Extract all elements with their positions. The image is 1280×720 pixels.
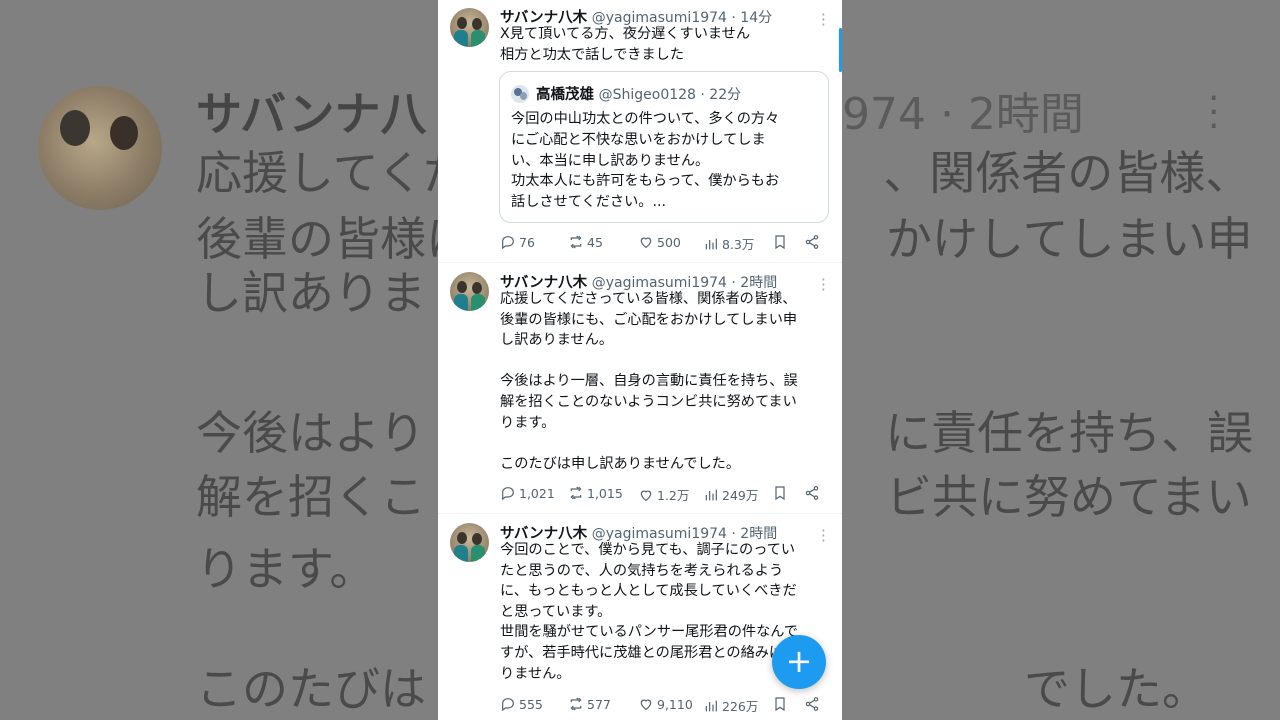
background-name: サバンナ八 bbox=[196, 87, 427, 141]
retweet-button[interactable]: 45 bbox=[568, 234, 603, 250]
retweet-icon bbox=[570, 486, 582, 500]
reply-icon bbox=[502, 236, 514, 250]
tweet-text: X見て頂いてる方、夜分遅くすいません 相方と功太で話しできました bbox=[500, 26, 751, 63]
share-icon bbox=[805, 235, 819, 249]
share-icon bbox=[805, 486, 819, 500]
background-text-line: し訳ありま bbox=[196, 266, 426, 320]
background-text-line: ります。 bbox=[196, 542, 376, 596]
like-count: 1.2万 bbox=[657, 488, 690, 503]
retweet-button[interactable]: 1,015 bbox=[568, 485, 623, 501]
views-button[interactable]: 8.3万 bbox=[703, 234, 754, 253]
plus-icon: + bbox=[785, 642, 813, 680]
bookmark-button[interactable] bbox=[772, 485, 788, 501]
share-icon bbox=[805, 697, 819, 711]
tweet-text: 応援してくださっている皆様、関係者の皆様、 後輩の皆様にも、ご心配をおかけしてし… bbox=[500, 291, 798, 472]
timeline-feed[interactable]: サバンナ八木 @yagimasumi1974 · 14分 · · · X見て頂いてる… bbox=[438, 0, 842, 720]
views-button[interactable]: 249万 bbox=[703, 485, 758, 504]
share-button[interactable] bbox=[804, 485, 820, 501]
views-icon bbox=[705, 700, 717, 711]
like-button[interactable]: 500 bbox=[638, 234, 681, 250]
views-count: 249万 bbox=[722, 488, 759, 503]
background-more-icon: · · · bbox=[1208, 78, 1220, 147]
like-count: 500 bbox=[657, 234, 681, 250]
views-count: 8.3万 bbox=[722, 237, 755, 252]
quoted-tweet[interactable]: 高橋茂雄 @Shigeo0128 · 22分 今回の中山功太との件ついて、多くの… bbox=[499, 71, 829, 223]
avatar[interactable] bbox=[450, 8, 489, 47]
reply-button[interactable]: 76 bbox=[500, 234, 535, 250]
reply-icon bbox=[502, 698, 514, 712]
like-button[interactable]: 1.2万 bbox=[638, 485, 689, 504]
tweet[interactable]: サバンナ八木 @yagimasumi1974 · 2時間 · · · 今回のことで、… bbox=[438, 514, 842, 720]
bookmark-icon bbox=[775, 235, 785, 250]
views-icon bbox=[705, 489, 717, 500]
reply-button[interactable]: 555 bbox=[500, 696, 543, 712]
views-count: 226万 bbox=[722, 699, 759, 714]
retweet-icon bbox=[570, 235, 582, 249]
action-bar: 76 45 500 8.3万 bbox=[500, 234, 832, 254]
like-button[interactable]: 9,110 bbox=[638, 696, 693, 712]
heart-icon bbox=[640, 490, 652, 501]
retweet-count: 1,015 bbox=[587, 485, 623, 501]
heart-icon bbox=[640, 699, 652, 711]
retweet-icon bbox=[570, 697, 582, 711]
avatar[interactable] bbox=[450, 272, 489, 311]
reply-count: 555 bbox=[519, 696, 543, 712]
reply-count: 76 bbox=[519, 234, 535, 250]
bookmark-icon bbox=[775, 486, 785, 501]
retweet-count: 577 bbox=[587, 696, 611, 712]
retweet-count: 45 bbox=[587, 234, 603, 250]
quoted-author-name: 高橋茂雄 bbox=[536, 87, 594, 103]
tweet[interactable]: サバンナ八木 @yagimasumi1974 · 2時間 · · · 応援してくださ… bbox=[438, 263, 842, 514]
like-count: 9,110 bbox=[657, 696, 693, 712]
bookmark-button[interactable] bbox=[772, 696, 788, 712]
retweet-button[interactable]: 577 bbox=[568, 696, 611, 712]
action-bar: 555 577 9,110 226万 bbox=[500, 696, 832, 716]
bookmark-icon bbox=[775, 697, 785, 712]
background-avatar bbox=[38, 86, 162, 210]
reply-count: 1,021 bbox=[519, 485, 555, 501]
tweet[interactable]: サバンナ八木 @yagimasumi1974 · 14分 · · · X見て頂いてる… bbox=[438, 0, 842, 263]
avatar[interactable] bbox=[450, 523, 489, 562]
quoted-avatar bbox=[511, 85, 529, 103]
views-button[interactable]: 226万 bbox=[703, 696, 758, 715]
share-button[interactable] bbox=[804, 696, 820, 712]
views-icon bbox=[705, 238, 717, 249]
share-button[interactable] bbox=[804, 234, 820, 250]
quoted-author-handle: @Shigeo0128 · 22分 bbox=[598, 87, 742, 103]
compose-button[interactable]: + bbox=[772, 635, 826, 689]
heart-icon bbox=[640, 237, 652, 249]
quoted-header: 高橋茂雄 @Shigeo0128 · 22分 bbox=[536, 83, 741, 104]
quoted-text: 今回の中山功太との件ついて、多くの方々 にご心配と不快な思いをおかけしてしま い… bbox=[511, 111, 780, 211]
reply-icon bbox=[502, 487, 514, 501]
background-handle: 974 · 2時間 bbox=[842, 89, 1084, 140]
action-bar: 1,021 1,015 1.2万 249万 bbox=[500, 485, 832, 505]
reply-button[interactable]: 1,021 bbox=[500, 485, 555, 501]
bookmark-button[interactable] bbox=[772, 234, 788, 250]
